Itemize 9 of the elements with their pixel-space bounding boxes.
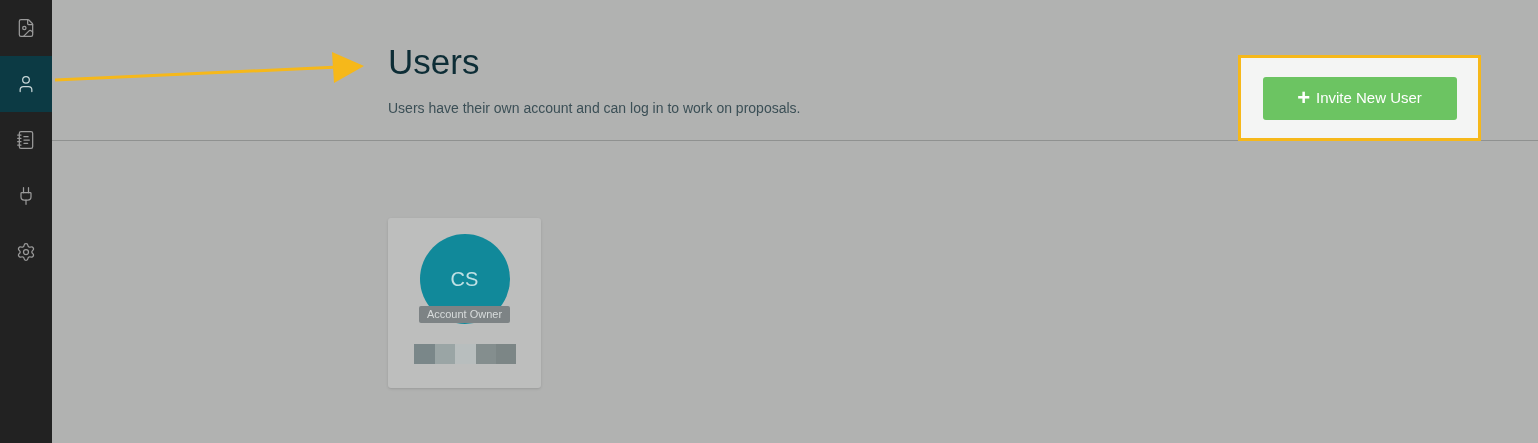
sidebar-item[interactable] bbox=[0, 56, 52, 112]
notebook-icon bbox=[16, 130, 36, 150]
file-icon bbox=[16, 18, 36, 38]
settings-icon bbox=[16, 242, 36, 262]
user-card[interactable]: CS Account Owner bbox=[388, 218, 541, 388]
account-owner-badge: Account Owner bbox=[418, 306, 511, 323]
page-subtitle: Users have their own account and can log in to work on proposals. bbox=[388, 99, 801, 118]
page-title: Users bbox=[388, 42, 481, 82]
invite-new-user-button[interactable]: + Invite New User bbox=[1262, 76, 1457, 120]
